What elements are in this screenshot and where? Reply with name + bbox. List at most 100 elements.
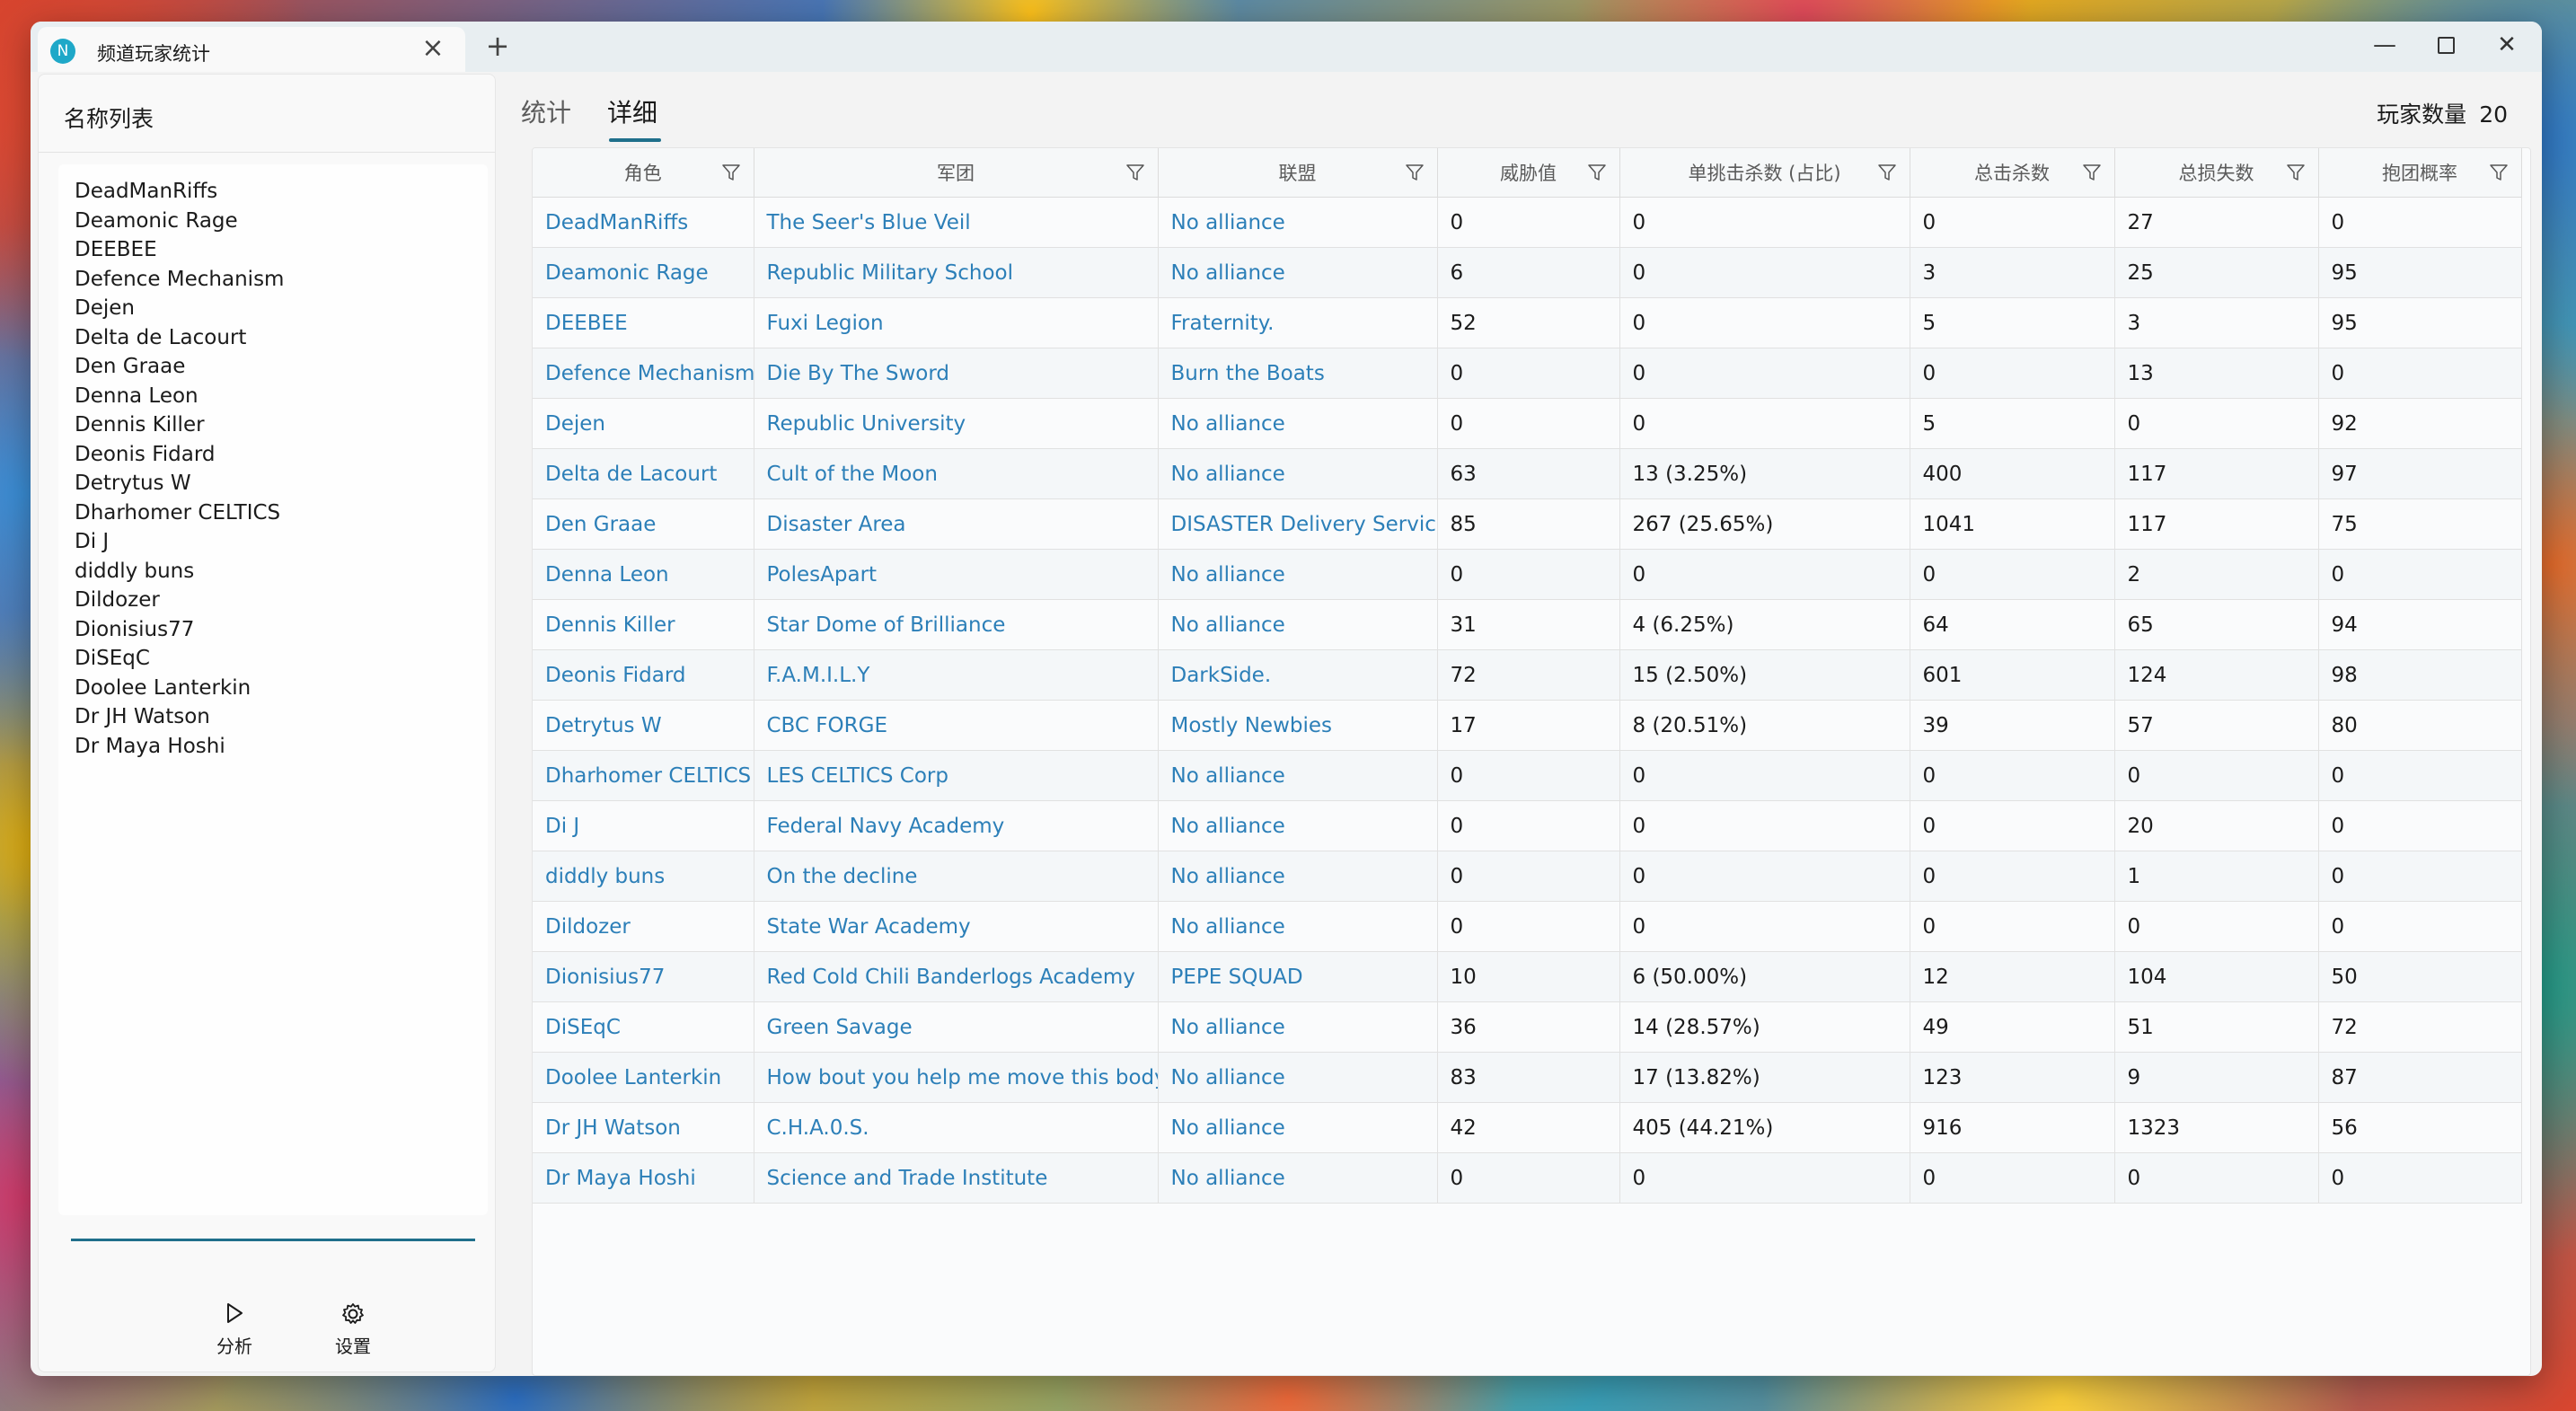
column-header[interactable]: 总击杀数 — [1910, 148, 2115, 198]
table-cell[interactable]: No alliance — [1158, 197, 1438, 248]
tab-details[interactable]: 详细 — [607, 93, 657, 129]
table-cell[interactable]: Fraternity. — [1158, 297, 1438, 348]
table-cell[interactable]: No alliance — [1158, 851, 1438, 902]
table-cell[interactable]: Deonis Fidard — [533, 649, 754, 701]
table-cell[interactable]: Di J — [533, 800, 754, 851]
table-cell[interactable]: Die By The Sword — [754, 348, 1159, 399]
table-cell[interactable]: No alliance — [1158, 398, 1438, 449]
table-row[interactable]: Dr JH Watson C.H.A.0.S. No alliance 42 405 (… — [533, 1102, 2522, 1153]
maximize-button[interactable] — [2416, 25, 2475, 65]
table-cell[interactable]: Dennis Killer — [533, 599, 754, 650]
table-cell[interactable]: No alliance — [1158, 1152, 1438, 1204]
list-item[interactable]: Denna Leon — [75, 382, 488, 411]
new-tab-button[interactable]: + — [480, 29, 516, 63]
table-cell[interactable]: C.H.A.0.S. — [754, 1102, 1159, 1153]
list-item[interactable]: Dr JH Watson — [75, 702, 488, 732]
filter-icon[interactable] — [2489, 163, 2509, 182]
table-cell[interactable]: No alliance — [1158, 750, 1438, 801]
table-cell[interactable]: No alliance — [1158, 1052, 1438, 1103]
table-cell[interactable]: Dejen — [533, 398, 754, 449]
table-row[interactable]: diddly buns On the decline No alliance 0 0 0 1… — [533, 851, 2522, 902]
table-row[interactable]: Dejen Republic University No alliance 0 0 5 0 9… — [533, 398, 2522, 449]
table-row[interactable]: Detrytus W CBC FORGE Mostly Newbies 17 8 (20… — [533, 700, 2522, 751]
table-row[interactable]: Doolee Lanterkin How bout you help me mov… — [533, 1052, 2522, 1103]
table-row[interactable]: Delta de Lacourt Cult of the Moon No allia… — [533, 448, 2522, 499]
name-list[interactable]: DeadManRiffs Deamonic Rage DEEBEE Defence M… — [58, 164, 488, 1215]
column-header[interactable]: 威胁值 — [1437, 148, 1620, 198]
column-header[interactable]: 总损失数 — [2114, 148, 2319, 198]
table-cell[interactable]: No alliance — [1158, 247, 1438, 298]
table-cell[interactable]: DISASTER Delivery Service — [1158, 498, 1438, 550]
table-cell[interactable]: Mostly Newbies — [1158, 700, 1438, 751]
table-cell[interactable]: Dr JH Watson — [533, 1102, 754, 1153]
list-item[interactable]: Defence Mechanism — [75, 265, 488, 295]
table-cell[interactable]: No alliance — [1158, 1001, 1438, 1053]
table-cell[interactable]: PolesApart — [754, 549, 1159, 600]
filter-icon[interactable] — [2082, 163, 2102, 182]
list-item[interactable]: Deamonic Rage — [75, 207, 488, 236]
table-cell[interactable]: Delta de Lacourt — [533, 448, 754, 499]
table-cell[interactable]: Burn the Boats — [1158, 348, 1438, 399]
list-item[interactable]: diddly buns — [75, 557, 488, 586]
table-cell[interactable]: No alliance — [1158, 549, 1438, 600]
table-row[interactable]: Deamonic Rage Republic Military School No … — [533, 247, 2522, 298]
close-button[interactable]: ✕ — [2477, 25, 2536, 65]
filter-icon[interactable] — [1877, 163, 1897, 182]
list-item[interactable]: DEEBEE — [75, 235, 488, 265]
table-cell[interactable]: The Seer's Blue Veil — [754, 197, 1159, 248]
table-row[interactable]: Dr Maya Hoshi Science and Trade Institute… — [533, 1152, 2522, 1204]
analyze-button[interactable]: 分析 — [198, 1301, 270, 1358]
column-header[interactable]: 角色 — [533, 148, 754, 198]
table-cell[interactable]: Science and Trade Institute — [754, 1152, 1159, 1204]
list-item[interactable]: Delta de Lacourt — [75, 323, 488, 353]
table-cell[interactable]: No alliance — [1158, 448, 1438, 499]
table-row[interactable]: Defence Mechanism Die By The Sword Burn th… — [533, 348, 2522, 399]
table-cell[interactable]: Fuxi Legion — [754, 297, 1159, 348]
table-cell[interactable]: CBC FORGE — [754, 700, 1159, 751]
table-cell[interactable]: LES CELTICS Corp — [754, 750, 1159, 801]
list-item[interactable]: DeadManRiffs — [75, 177, 488, 207]
column-header[interactable]: 军团 — [754, 148, 1159, 198]
table-cell[interactable]: DeadManRiffs — [533, 197, 754, 248]
column-header[interactable]: 单挑击杀数 (占比) — [1619, 148, 1910, 198]
browser-tab[interactable]: N 频道玩家统计 × — [38, 27, 465, 72]
table-cell[interactable]: Dharhomer CELTICS — [533, 750, 754, 801]
table-cell[interactable]: No alliance — [1158, 800, 1438, 851]
table-cell[interactable]: Federal Navy Academy — [754, 800, 1159, 851]
list-item[interactable]: Dr Maya Hoshi — [75, 732, 488, 762]
table-cell[interactable]: No alliance — [1158, 599, 1438, 650]
column-header[interactable]: 抱团概率 — [2318, 148, 2522, 198]
table-cell[interactable]: How bout you help me move this body — [754, 1052, 1159, 1103]
column-header[interactable]: 联盟 — [1158, 148, 1438, 198]
table-cell[interactable]: DarkSide. — [1158, 649, 1438, 701]
table-cell[interactable]: Star Dome of Brilliance — [754, 599, 1159, 650]
list-item[interactable]: Dildozer — [75, 586, 488, 615]
table-cell[interactable]: Doolee Lanterkin — [533, 1052, 754, 1103]
list-item[interactable]: Dennis Killer — [75, 410, 488, 440]
table-cell[interactable]: F.A.M.I.L.Y — [754, 649, 1159, 701]
list-item[interactable]: Detrytus W — [75, 469, 488, 498]
table-cell[interactable]: diddly buns — [533, 851, 754, 902]
minimize-button[interactable]: — — [2355, 25, 2414, 65]
list-item[interactable]: Di J — [75, 527, 488, 557]
tab-close-icon[interactable]: × — [415, 32, 451, 64]
table-row[interactable]: DEEBEE Fuxi Legion Fraternity. 52 0 5 3 95 — [533, 297, 2522, 348]
table-cell[interactable]: Deamonic Rage — [533, 247, 754, 298]
table-cell[interactable]: Den Graae — [533, 498, 754, 550]
table-row[interactable]: DeadManRiffs The Seer's Blue Veil No allia… — [533, 197, 2522, 248]
table-cell[interactable]: Red Cold Chili Banderlogs Academy — [754, 951, 1159, 1002]
data-grid[interactable]: 角色 军团 联盟 威胁值 单挑击杀数 (占比) 总击杀数 总损失数 抱团概率 DeadManR… — [532, 147, 2531, 1376]
table-cell[interactable]: Cult of the Moon — [754, 448, 1159, 499]
settings-button[interactable]: 设置 — [317, 1301, 389, 1358]
list-item[interactable]: Dionisius77 — [75, 615, 488, 645]
list-item[interactable]: DiSEqC — [75, 644, 488, 674]
filter-icon[interactable] — [1125, 163, 1145, 182]
table-cell[interactable]: On the decline — [754, 851, 1159, 902]
table-cell[interactable]: Green Savage — [754, 1001, 1159, 1053]
filter-icon[interactable] — [1405, 163, 1425, 182]
table-cell[interactable]: State War Academy — [754, 901, 1159, 952]
table-row[interactable]: Deonis Fidard F.A.M.I.L.Y DarkSide. 72 15 (2… — [533, 649, 2522, 701]
table-cell[interactable]: No alliance — [1158, 1102, 1438, 1153]
table-cell[interactable]: PEPE SQUAD — [1158, 951, 1438, 1002]
list-item[interactable]: Den Graae — [75, 352, 488, 382]
